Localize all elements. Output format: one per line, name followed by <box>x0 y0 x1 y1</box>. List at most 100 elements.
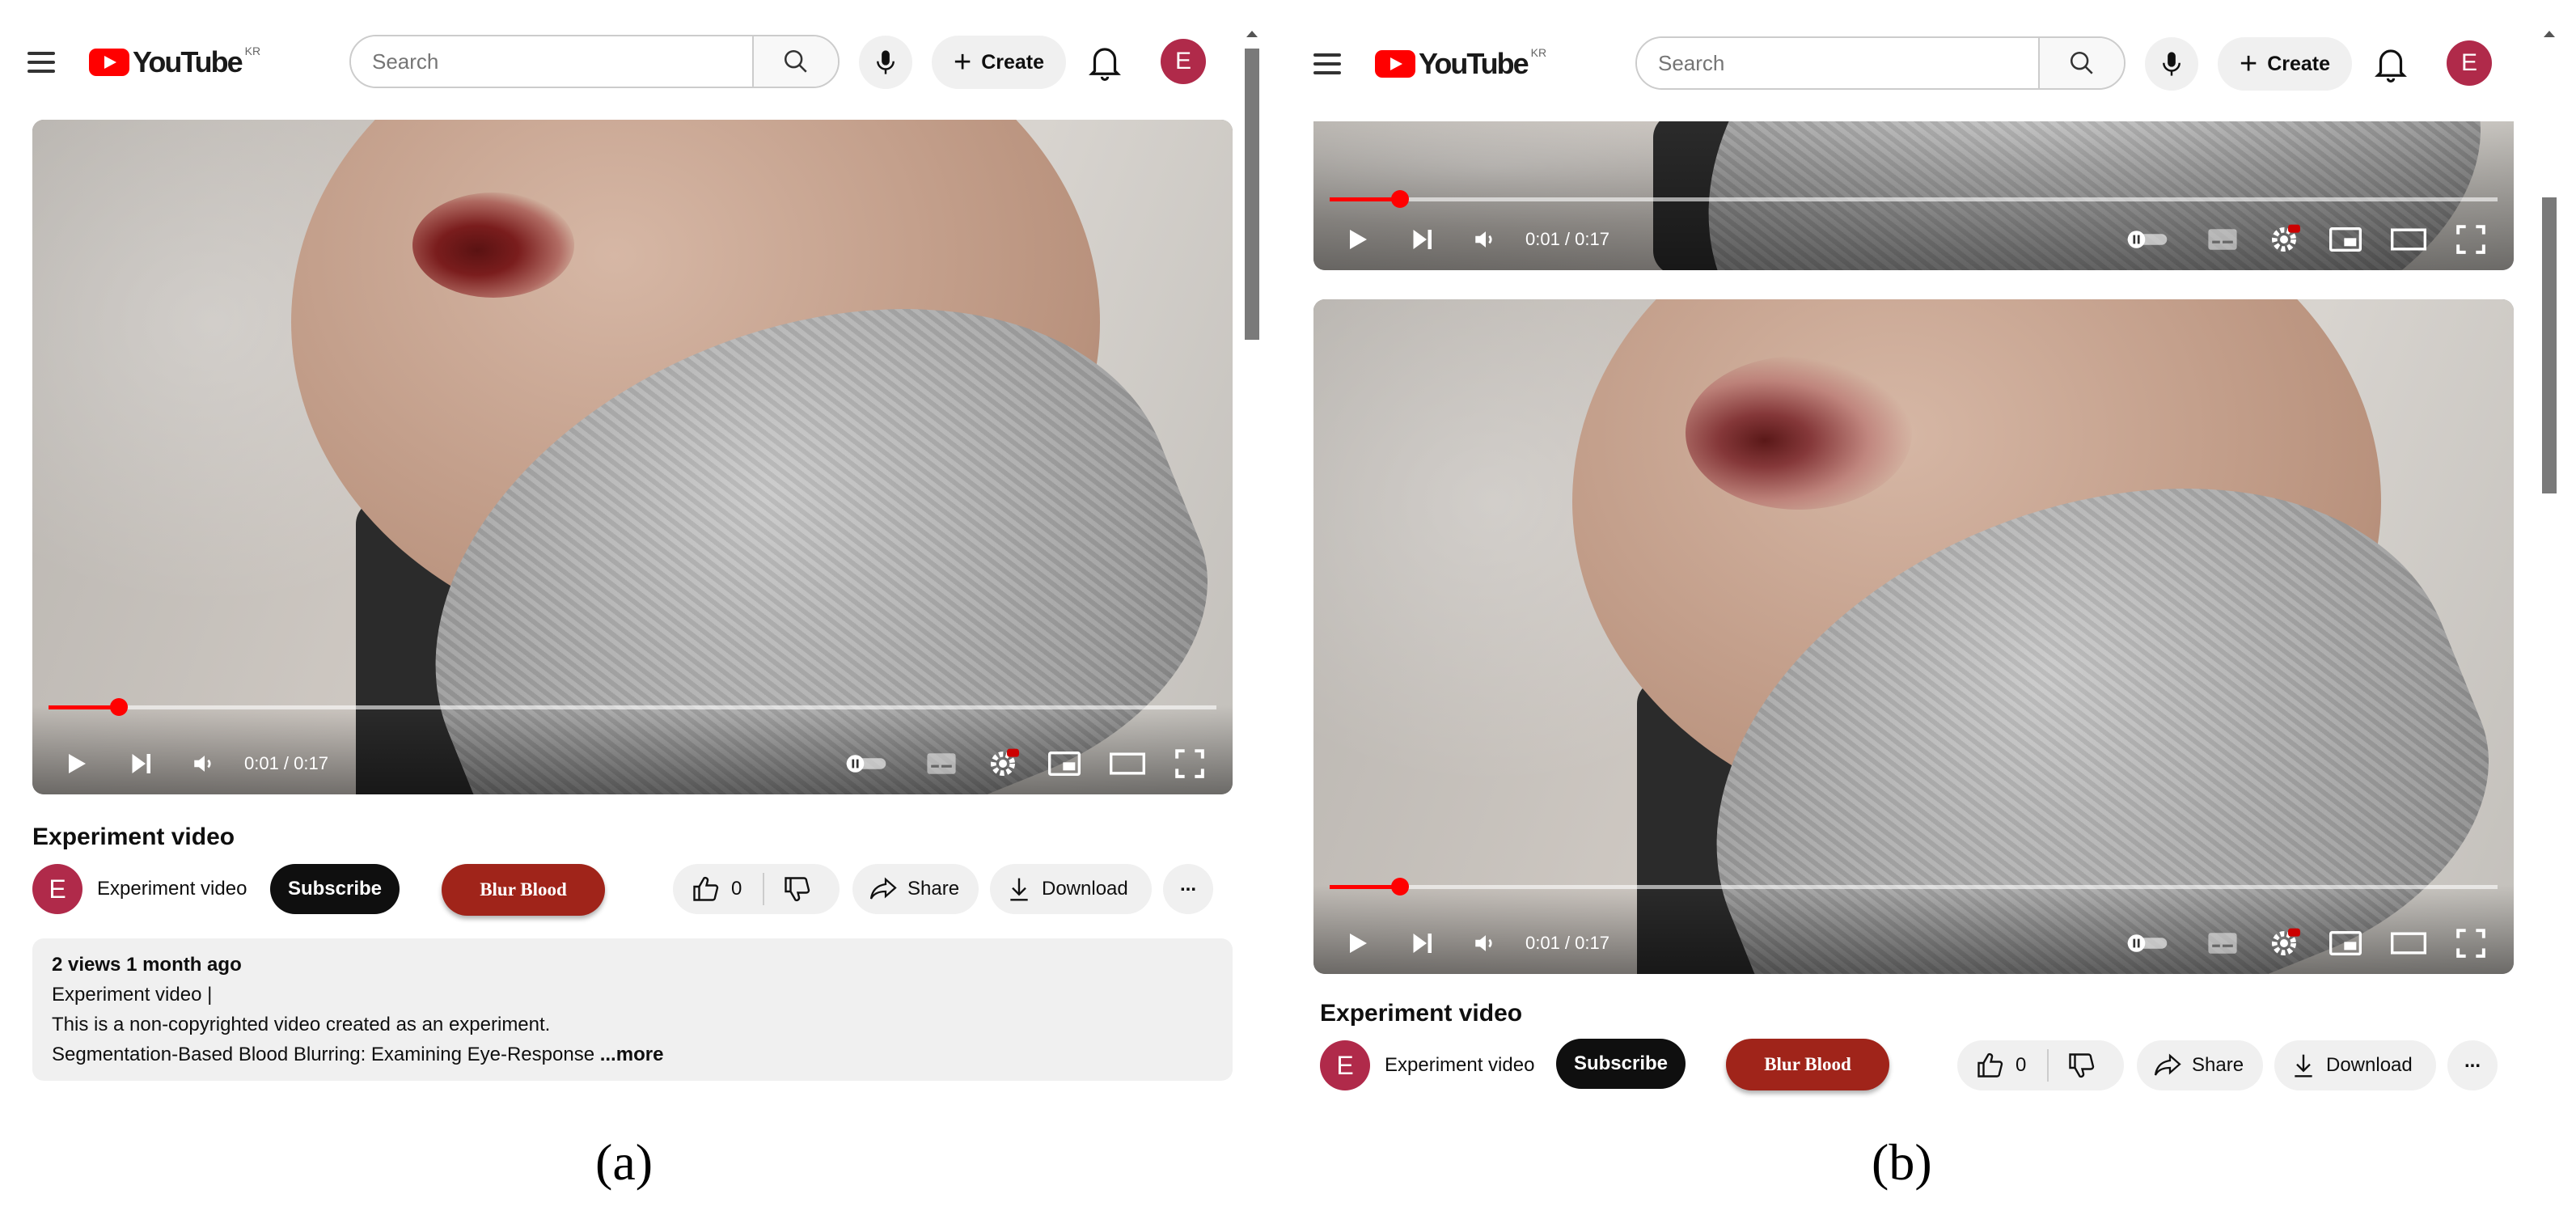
region-label: KR <box>1530 46 1547 59</box>
menu-icon[interactable] <box>27 52 55 73</box>
voice-search-button[interactable] <box>2145 37 2198 91</box>
share-icon <box>869 877 897 900</box>
account-avatar[interactable]: E <box>2447 40 2492 86</box>
bell-icon <box>1089 48 1121 82</box>
settings-gear-icon[interactable] <box>987 747 1019 780</box>
progress-bar[interactable] <box>49 698 1216 716</box>
dislike-icon[interactable] <box>782 874 811 904</box>
time-display: 0:01 / 0:17 <box>1525 933 1609 953</box>
panel-a: YouTube KR + Create E <box>0 0 1262 1108</box>
search-button[interactable] <box>2038 38 2124 88</box>
progress-fill <box>1330 885 1400 889</box>
youtube-play-icon <box>89 49 129 76</box>
video-title: Experiment video <box>1320 1000 1523 1027</box>
dislike-icon[interactable] <box>2066 1051 2096 1080</box>
description-line: Segmentation-Based Blood Blurring: Exami… <box>52 1044 595 1065</box>
volume-icon[interactable] <box>1472 929 1499 957</box>
plus-icon: + <box>2239 47 2258 81</box>
notifications-button[interactable] <box>2373 44 2409 84</box>
next-icon[interactable] <box>126 749 155 778</box>
progress-knob[interactable] <box>1390 190 1409 208</box>
channel-avatar[interactable]: E <box>32 864 82 914</box>
like-icon[interactable] <box>691 874 720 904</box>
miniplayer-icon[interactable] <box>2329 226 2362 253</box>
progress-bar[interactable] <box>1330 878 2498 896</box>
more-actions-button[interactable]: ... <box>2447 1040 2498 1090</box>
play-icon[interactable] <box>1343 929 1372 958</box>
scroll-up-arrow-icon[interactable] <box>2544 31 2555 37</box>
share-button[interactable]: Share <box>2137 1040 2263 1090</box>
volume-icon[interactable] <box>191 750 218 777</box>
top-bar: YouTube KR + Create E <box>0 24 1262 99</box>
next-icon[interactable] <box>1407 225 1436 254</box>
scrollbar-thumb[interactable] <box>2542 197 2557 493</box>
player-controls: 0:01 / 0:17 <box>1313 121 2514 270</box>
miniplayer-icon[interactable] <box>2329 929 2362 957</box>
create-label: Create <box>981 50 1045 74</box>
scrollbar[interactable] <box>2540 24 2559 1108</box>
logo-text: YouTube <box>133 45 243 78</box>
share-label: Share <box>907 878 960 900</box>
notifications-button[interactable] <box>1087 42 1123 83</box>
create-button[interactable]: + Create <box>2218 37 2352 91</box>
fullscreen-icon[interactable] <box>2455 928 2486 959</box>
settings-gear-icon[interactable] <box>2268 223 2300 256</box>
fullscreen-icon[interactable] <box>1174 748 1205 779</box>
youtube-logo[interactable]: YouTube KR <box>89 44 260 81</box>
subscribe-button[interactable]: Subscribe <box>270 864 400 914</box>
settings-gear-icon[interactable] <box>2268 927 2300 959</box>
autoplay-toggle-icon[interactable] <box>2126 228 2169 251</box>
autoplay-toggle-icon[interactable] <box>844 752 888 775</box>
show-more-link[interactable]: ...more <box>600 1044 664 1065</box>
subtitles-icon[interactable] <box>2206 930 2239 956</box>
video-player[interactable]: 0:01 / 0:17 <box>1313 299 2514 974</box>
channel-name[interactable]: Experiment video <box>97 878 247 900</box>
microphone-icon <box>2163 52 2181 76</box>
play-icon[interactable] <box>1343 225 1372 254</box>
share-button[interactable]: Share <box>852 864 979 914</box>
menu-icon[interactable] <box>1313 53 1341 74</box>
voice-search-button[interactable] <box>859 36 912 89</box>
search-input[interactable] <box>1637 38 2038 88</box>
caption-b: (b) <box>1872 1133 1932 1191</box>
blur-blood-button[interactable]: Blur Blood <box>442 864 605 916</box>
volume-icon[interactable] <box>1472 226 1499 253</box>
video-frame <box>32 120 1233 794</box>
progress-knob[interactable] <box>109 698 128 716</box>
scrollbar-thumb[interactable] <box>1245 49 1259 340</box>
miniplayer-icon[interactable] <box>1048 750 1081 777</box>
progress-bar[interactable] <box>1330 190 2498 208</box>
video-player[interactable]: 0:01 / 0:17 <box>32 120 1233 794</box>
subtitles-icon[interactable] <box>925 751 958 777</box>
download-button[interactable]: Download <box>990 864 1152 914</box>
video-player-previous[interactable]: 0:01 / 0:17 <box>1313 121 2514 270</box>
next-icon[interactable] <box>1407 929 1436 958</box>
like-dislike-group: 0 <box>1957 1040 2124 1090</box>
like-count: 0 <box>2016 1054 2027 1076</box>
progress-knob[interactable] <box>1390 878 1409 896</box>
theater-mode-icon[interactable] <box>2391 227 2426 252</box>
channel-avatar[interactable]: E <box>1320 1040 1370 1090</box>
download-button[interactable]: Download <box>2274 1040 2436 1090</box>
search-button[interactable] <box>752 36 838 87</box>
create-button[interactable]: + Create <box>932 36 1066 89</box>
more-icon: ... <box>1179 874 1196 896</box>
subtitles-icon[interactable] <box>2206 227 2239 252</box>
more-actions-button[interactable]: ... <box>1163 864 1213 914</box>
account-avatar[interactable]: E <box>1161 39 1206 84</box>
scroll-up-arrow-icon[interactable] <box>1246 31 1258 37</box>
blur-blood-button[interactable]: Blur Blood <box>1726 1039 1889 1090</box>
scrollbar[interactable] <box>1242 24 1262 1108</box>
autoplay-toggle-icon[interactable] <box>2126 932 2169 955</box>
channel-name[interactable]: Experiment video <box>1385 1054 1534 1077</box>
theater-mode-icon[interactable] <box>2391 931 2426 955</box>
fullscreen-icon[interactable] <box>2455 224 2486 255</box>
subscribe-button[interactable]: Subscribe <box>1556 1039 1686 1089</box>
search-input[interactable] <box>351 36 752 87</box>
like-icon[interactable] <box>1975 1051 2004 1080</box>
theater-mode-icon[interactable] <box>1110 752 1145 776</box>
description-box[interactable]: 2 views 1 month ago Experiment video | T… <box>32 938 1233 1081</box>
youtube-logo[interactable]: YouTube KR <box>1375 45 1546 83</box>
play-icon[interactable] <box>61 749 91 778</box>
video-title: Experiment video <box>32 824 235 850</box>
